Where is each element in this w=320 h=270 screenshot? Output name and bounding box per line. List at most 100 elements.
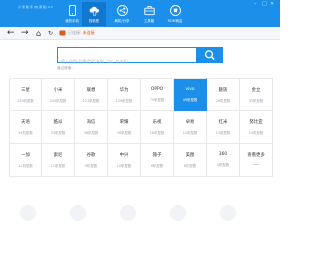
connection-status: 已连接: 未连接 [68, 30, 95, 36]
brand-name: 360 [218, 152, 228, 157]
back-button[interactable]: ← [7, 28, 15, 39]
store-icon [169, 5, 181, 16]
brand-count: 10机型数 [116, 164, 132, 168]
brand-name: 中兴 [119, 153, 129, 158]
brand-cell[interactable]: 锤子 8机型数 [141, 144, 174, 177]
brand-count: 75机型数 [149, 98, 165, 102]
brand-cell[interactable]: 三星 259机型数 [9, 78, 42, 111]
brand-cell[interactable]: 360 5机型数 [207, 144, 240, 177]
brand-count: 38机型数 [83, 131, 99, 135]
footer-placeholder [170, 205, 186, 221]
tab-my-phone[interactable]: 我的手机 [60, 2, 84, 26]
brand-count: 26机型数 [215, 99, 231, 103]
brand-count: 14机型数 [248, 131, 264, 135]
brand-cell[interactable]: 金立 33机型数 [240, 78, 273, 111]
brand-cell[interactable]: 酷派 53机型数 [42, 111, 75, 144]
brand-count: 11机型数 [50, 164, 66, 168]
brand-name: 金立 [251, 88, 261, 93]
brand-cell[interactable]: 查看更多 ••• [240, 144, 273, 177]
tab-label: 刷机/分享 [114, 19, 130, 23]
brand-count: 6机型数 [183, 164, 197, 168]
brand-cell[interactable]: 天语 54机型数 [9, 111, 42, 144]
brand-count: 53机型数 [50, 131, 66, 135]
brand-cell[interactable]: 乐视 16机型数 [141, 111, 174, 144]
brand-cell[interactable]: 索尼 11机型数 [42, 144, 75, 177]
tab-flash-share[interactable]: 刷机/分享 [110, 2, 134, 26]
brand-count: 121机型数 [82, 99, 100, 103]
brand-name: 锤子 [152, 153, 162, 158]
brand-cell[interactable]: 谷歌 9机型数 [75, 144, 108, 177]
brand-cell[interactable]: 中兴 10机型数 [108, 144, 141, 177]
brand-name: 酷派 [53, 120, 63, 125]
brand-name: 华为 [119, 88, 129, 93]
tab-toolbox[interactable]: 工具箱 [137, 2, 161, 26]
brand-count: 5机型数 [216, 163, 230, 167]
brand-cell[interactable]: 努比亚 14机型数 [240, 111, 273, 144]
brand-name: OPPO [150, 87, 164, 92]
tab-label: 我的手机 [65, 19, 79, 23]
app-title: 小 米 助 手 (内 测 版) 2.0 [18, 5, 53, 9]
minimize-button[interactable]: – [254, 2, 257, 7]
brand-cell[interactable]: 海信 38机型数 [75, 111, 108, 144]
brand-name: 索尼 [53, 153, 63, 158]
status-prefix: 已连接: [68, 29, 83, 35]
brand-count: 13机型数 [215, 131, 231, 135]
brand-count: 15机型数 [182, 131, 198, 135]
brand-name: 海信 [86, 120, 96, 125]
brand-name: 魅族 [218, 88, 228, 93]
search-box [57, 47, 197, 69]
brand-cell[interactable]: 荣耀 28机型数 [108, 111, 141, 144]
brand-name: 三星 [21, 88, 30, 93]
brand-count: 129机型数 [115, 99, 133, 103]
tab-rom-store[interactable]: ROM商店 [163, 2, 187, 26]
brand-name: 联想 [86, 88, 96, 93]
brand-name: 小米 [53, 88, 63, 93]
brand-cell[interactable]: 一加 12机型数 [9, 144, 42, 177]
footer-placeholder [220, 205, 236, 221]
tab-label: 工具箱 [143, 19, 155, 23]
tab-find-model[interactable]: 找机型 [82, 2, 106, 26]
brand-cell[interactable]: 红米 13机型数 [207, 111, 240, 144]
brand-count: 8机型数 [150, 164, 164, 168]
refresh-button[interactable]: ↻ [48, 28, 53, 39]
brand-count: 28机型数 [116, 131, 132, 135]
search-button[interactable] [197, 47, 223, 63]
brand-name: 查看更多 [247, 153, 265, 158]
search-input[interactable] [58, 54, 196, 69]
brand-cell[interactable]: 卓易 15机型数 [174, 111, 207, 144]
footer-placeholder [120, 205, 136, 221]
brand-cell[interactable]: 美图 6机型数 [174, 144, 207, 177]
nav-bar: ← → ⌂ ↻ [0, 27, 280, 40]
brand-name: vivo [185, 87, 195, 92]
brand-cell[interactable]: OPPO 75机型数 [141, 78, 174, 111]
home-button[interactable]: ⌂ [36, 28, 41, 39]
brand-count: 54机型数 [18, 131, 33, 135]
brand-name: 红米 [218, 120, 228, 125]
footer-placeholder [70, 205, 86, 221]
brand-name: 努比亚 [249, 120, 263, 125]
connection-status-icon [59, 30, 66, 36]
brand-name: 天语 [21, 120, 30, 125]
brand-count: 9机型数 [84, 164, 98, 168]
cloud-phone-icon [89, 6, 99, 16]
brand-cell[interactable]: vivo 49机型数 [174, 78, 207, 111]
footer-placeholder [20, 205, 36, 221]
brand-cell[interactable]: 小米 205机型数 [42, 78, 75, 111]
brand-count: 49机型数 [182, 98, 198, 102]
recent-search-label: 最近搜索: [57, 66, 73, 70]
close-button[interactable]: ✕ [270, 2, 274, 7]
brand-name: 谷歌 [86, 153, 96, 158]
maximize-button[interactable]: □ [262, 2, 267, 7]
tab-label: 找机型 [88, 19, 100, 23]
brand-cell[interactable]: 华为 129机型数 [108, 78, 141, 111]
brand-cell[interactable]: 联想 121机型数 [75, 78, 108, 111]
search-icon [204, 50, 215, 60]
brand-cell[interactable]: 魅族 26机型数 [207, 78, 240, 111]
brand-count: 16机型数 [149, 131, 165, 135]
tab-label: ROM商店 [167, 19, 183, 23]
brand-name: 乐视 [152, 120, 162, 125]
brand-name: 美图 [185, 153, 195, 158]
forward-button[interactable]: → [21, 28, 29, 39]
toolbox-icon [143, 6, 155, 16]
status-value: 未连接 [82, 29, 95, 35]
